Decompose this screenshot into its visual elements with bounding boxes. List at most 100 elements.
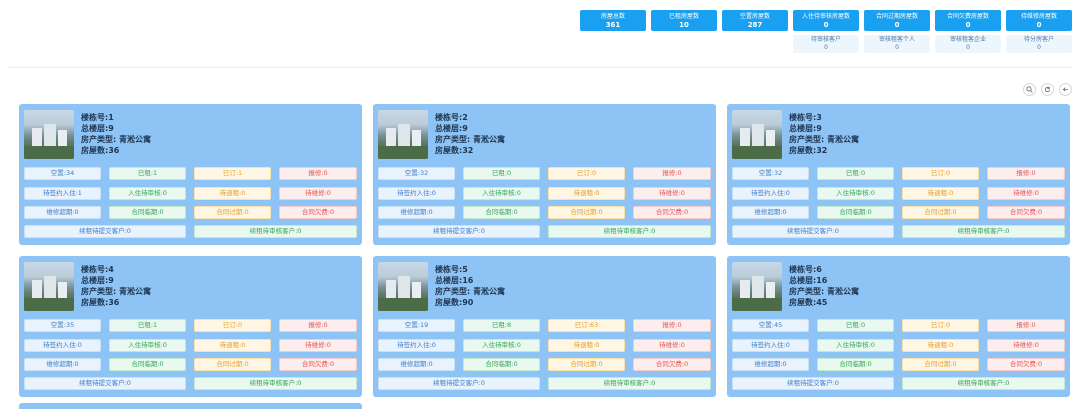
stat-box[interactable]: 入住待审核房屋数 0 (793, 10, 859, 31)
tag-renewal-pending-review[interactable]: 续租待审核客户:0 (902, 377, 1065, 390)
tag-rented[interactable]: 已租:1 (109, 167, 186, 180)
building-card[interactable]: 楼栋号:5 总楼层:16 房产类型: 青淞公寓 房屋数:90 空置:19 已租:… (373, 256, 716, 397)
tag-reserved[interactable]: 已订:1 (194, 167, 271, 180)
tag-pending-repair[interactable]: 待维修:0 (279, 187, 357, 200)
tag-contract-expired[interactable]: 合同过期:0 (194, 206, 271, 219)
tag-contract-expired[interactable]: 合同过期:0 (902, 206, 979, 219)
tag-repair-overdue[interactable]: 维修超期:0 (24, 358, 101, 371)
tag-reserved[interactable]: 已订:63 (548, 319, 625, 332)
building-card[interactable]: 楼栋号:3 总楼层:9 房产类型: 青淞公寓 房屋数:32 空置:32 已租:0… (727, 104, 1070, 245)
stat-box[interactable]: 空置房屋数 287 (722, 10, 788, 31)
tag-repair-report[interactable]: 报修:0 (279, 167, 357, 180)
tag-pending-checkout[interactable]: 待退租:0 (902, 187, 979, 200)
building-card[interactable]: 楼栋号:6 总楼层:16 房产类型: 青淞公寓 房屋数:45 空置:45 已租:… (727, 256, 1070, 397)
tag-contract-expired[interactable]: 合同过期:0 (548, 206, 625, 219)
tag-repair-report[interactable]: 报修:0 (279, 319, 357, 332)
stat-sub-box[interactable]: 待审核客户 0 (793, 35, 859, 53)
tag-pending-checkout[interactable]: 待退租:0 (548, 339, 625, 352)
tag-pending-checkout[interactable]: 待退租:0 (902, 339, 979, 352)
search-icon[interactable] (1023, 83, 1036, 96)
tag-repair-overdue[interactable]: 维修超期:0 (24, 206, 101, 219)
tag-checkin-review[interactable]: 入住待审核:0 (463, 187, 540, 200)
tag-contract-near-expiry[interactable]: 合同临期:0 (463, 206, 540, 219)
tag-repair-overdue[interactable]: 维修超期:0 (732, 358, 809, 371)
tag-repair-overdue[interactable]: 维修超期:0 (378, 358, 455, 371)
tag-pending-repair[interactable]: 待维修:0 (987, 339, 1065, 352)
tag-pending-checkout[interactable]: 待退租:0 (194, 339, 271, 352)
building-card[interactable]: 楼栋号:2 总楼层:9 房产类型: 青淞公寓 房屋数:32 空置:32 已租:0… (373, 104, 716, 245)
tag-renewal-pending-submit[interactable]: 续租待提交客户:0 (378, 377, 540, 390)
tag-renewal-pending-submit[interactable]: 续租待提交客户:0 (24, 225, 186, 238)
tag-renewal-pending-review[interactable]: 续租待审核客户:0 (194, 225, 357, 238)
tag-rented[interactable]: 已租:8 (463, 319, 540, 332)
tag-contract-expired[interactable]: 合同过期:0 (902, 358, 979, 371)
tag-pending-checkout[interactable]: 待退租:0 (194, 187, 271, 200)
tag-renewal-pending-review[interactable]: 续租待审核客户:0 (902, 225, 1065, 238)
tag-renewal-pending-review[interactable]: 续租待审核客户:0 (194, 377, 357, 390)
stat-box[interactable]: 房屋总数 361 (580, 10, 646, 31)
tag-renewal-pending-submit[interactable]: 续租待提交客户:0 (378, 225, 540, 238)
tag-renewal-pending-review[interactable]: 续租待审核客户:0 (548, 225, 711, 238)
tag-contract-near-expiry[interactable]: 合同临期:0 (817, 358, 894, 371)
tag-renewal-pending-submit[interactable]: 续租待提交客户:0 (732, 377, 894, 390)
back-icon[interactable] (1059, 83, 1072, 96)
tag-repair-overdue[interactable]: 维修超期:0 (732, 206, 809, 219)
tag-contract-arrears[interactable]: 合同欠费:0 (633, 358, 711, 371)
tag-pending-sign[interactable]: 待签约入住:1 (24, 187, 101, 200)
tag-rented[interactable]: 已租:1 (109, 319, 186, 332)
tag-rented[interactable]: 已租:0 (463, 167, 540, 180)
tag-vacant[interactable]: 空置:32 (378, 167, 455, 180)
building-card[interactable]: 楼栋号:1 总楼层:9 房产类型: 青淞公寓 房屋数:36 空置:34 已租:1… (19, 104, 362, 245)
tag-rented[interactable]: 已租:0 (817, 167, 894, 180)
building-card[interactable]: 楼栋号:4 总楼层:9 房产类型: 青淞公寓 房屋数:36 空置:35 已租:1… (19, 256, 362, 397)
tag-pending-repair[interactable]: 待维修:0 (987, 187, 1065, 200)
tag-reserved[interactable]: 已订:0 (548, 167, 625, 180)
tag-checkin-review[interactable]: 入住待审核:0 (109, 187, 186, 200)
tag-contract-near-expiry[interactable]: 合同临期:0 (109, 206, 186, 219)
tag-pending-sign[interactable]: 待签约入住:0 (732, 339, 809, 352)
tag-repair-report[interactable]: 报修:0 (633, 167, 711, 180)
tag-repair-overdue[interactable]: 维修超期:0 (378, 206, 455, 219)
tag-contract-arrears[interactable]: 合同欠费:0 (633, 206, 711, 219)
tag-reserved[interactable]: 已订:0 (194, 319, 271, 332)
tag-renewal-pending-submit[interactable]: 续租待提交客户:0 (24, 377, 186, 390)
tag-pending-repair[interactable]: 待维修:0 (279, 339, 357, 352)
tag-reserved[interactable]: 已订:0 (902, 167, 979, 180)
tag-pending-repair[interactable]: 待维修:0 (633, 187, 711, 200)
tag-vacant[interactable]: 空置:45 (732, 319, 809, 332)
tag-contract-expired[interactable]: 合同过期:0 (194, 358, 271, 371)
tag-contract-expired[interactable]: 合同过期:0 (548, 358, 625, 371)
tag-repair-report[interactable]: 报修:0 (987, 319, 1065, 332)
refresh-icon[interactable] (1041, 83, 1054, 96)
tag-contract-near-expiry[interactable]: 合同临期:0 (463, 358, 540, 371)
tag-vacant[interactable]: 空置:35 (24, 319, 101, 332)
tag-contract-near-expiry[interactable]: 合同临期:0 (817, 206, 894, 219)
stat-box[interactable]: 合同欠费房屋数 0 (935, 10, 1001, 31)
tag-rented[interactable]: 已租:0 (817, 319, 894, 332)
tag-checkin-review[interactable]: 入住待审核:0 (817, 187, 894, 200)
tag-checkin-review[interactable]: 入住待审核:0 (817, 339, 894, 352)
tag-contract-arrears[interactable]: 合同欠费:0 (279, 206, 357, 219)
tag-pending-sign[interactable]: 待签约入住:0 (732, 187, 809, 200)
tag-contract-near-expiry[interactable]: 合同临期:0 (109, 358, 186, 371)
tag-vacant[interactable]: 空置:19 (378, 319, 455, 332)
tag-repair-report[interactable]: 报修:0 (633, 319, 711, 332)
tag-repair-report[interactable]: 报修:0 (987, 167, 1065, 180)
tag-renewal-pending-review[interactable]: 续租待审核客户:0 (548, 377, 711, 390)
tag-contract-arrears[interactable]: 合同欠费:0 (279, 358, 357, 371)
stat-sub-box[interactable]: 审核租客企业 0 (935, 35, 1001, 53)
stat-box[interactable]: 合同过期房屋数 0 (864, 10, 930, 31)
tag-pending-sign[interactable]: 待签约入住:0 (378, 339, 455, 352)
stat-sub-box[interactable]: 待分房客户 0 (1006, 35, 1072, 53)
tag-vacant[interactable]: 空置:34 (24, 167, 101, 180)
tag-pending-sign[interactable]: 待签约入住:0 (24, 339, 101, 352)
tag-vacant[interactable]: 空置:32 (732, 167, 809, 180)
tag-checkin-review[interactable]: 入住待审核:0 (109, 339, 186, 352)
tag-pending-sign[interactable]: 待签约入住:0 (378, 187, 455, 200)
tag-checkin-review[interactable]: 入住待审核:0 (463, 339, 540, 352)
tag-pending-checkout[interactable]: 待退租:0 (548, 187, 625, 200)
stat-box[interactable]: 待维修房屋数 0 (1006, 10, 1072, 31)
stat-sub-box[interactable]: 审核租客个人 0 (864, 35, 930, 53)
tag-reserved[interactable]: 已订:0 (902, 319, 979, 332)
tag-contract-arrears[interactable]: 合同欠费:0 (987, 358, 1065, 371)
